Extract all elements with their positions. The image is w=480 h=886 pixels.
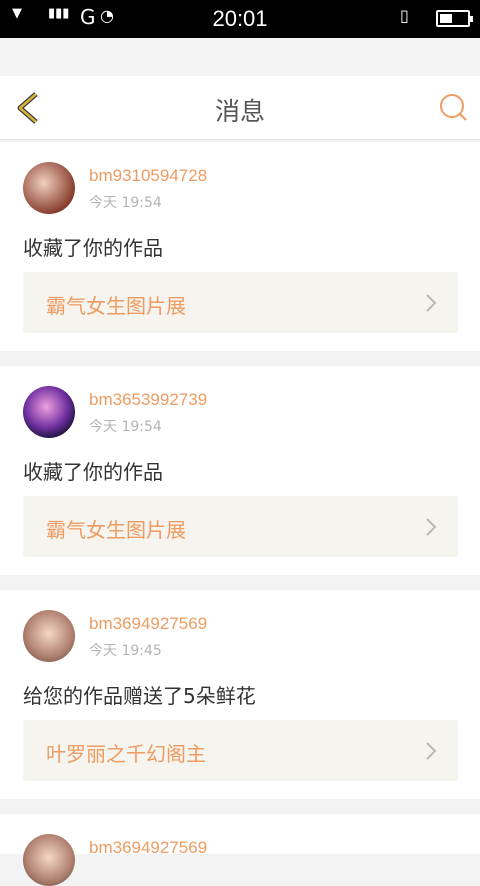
message-text: 给您的作品赠送了5朵鲜花	[23, 684, 256, 708]
work-title: 叶罗丽之千幻阁主	[46, 742, 206, 766]
message-text: 收藏了你的作品	[23, 460, 163, 484]
avatar[interactable]	[23, 834, 75, 886]
chevron-right-icon	[426, 294, 437, 312]
avatar[interactable]	[23, 386, 75, 438]
header: 消息	[0, 76, 480, 140]
status-bar: ▼ ▮▮▮ G ◔ 20:01 ▯	[0, 0, 480, 38]
username[interactable]: bm9310594728	[89, 166, 207, 186]
message-card: bm9310594728 今天 19:54 收藏了你的作品 霸气女生图片展	[0, 142, 480, 351]
message-card: bm3653992739 今天 19:54 收藏了你的作品 霸气女生图片展	[0, 366, 480, 575]
battery-icon	[436, 10, 473, 27]
search-icon[interactable]	[438, 92, 468, 122]
vibrate-icon: ▯	[400, 6, 409, 25]
username[interactable]: bm3694927569	[89, 614, 207, 634]
message-time: 今天 19:54	[89, 419, 162, 435]
chevron-right-icon	[426, 742, 437, 760]
work-link[interactable]: 霸气女生图片展	[23, 496, 458, 557]
username[interactable]: bm3694927569	[89, 838, 207, 858]
page-title: 消息	[214, 97, 265, 126]
message-card: bm3694927569 今天 19:45 给您的作品赠送了5朵鲜花 叶罗丽之千…	[0, 590, 480, 799]
message-card: bm3694927569	[0, 814, 480, 886]
message-time: 今天 19:45	[89, 643, 162, 659]
username[interactable]: bm3653992739	[89, 390, 207, 410]
work-title: 霸气女生图片展	[46, 294, 186, 318]
chevron-right-icon	[426, 518, 437, 536]
message-text: 收藏了你的作品	[23, 236, 163, 260]
message-time: 今天 19:54	[89, 195, 162, 211]
work-link[interactable]: 叶罗丽之千幻阁主	[23, 720, 458, 781]
avatar[interactable]	[23, 610, 75, 662]
work-link[interactable]: 霸气女生图片展	[23, 272, 458, 333]
avatar[interactable]	[23, 162, 75, 214]
work-title: 霸气女生图片展	[46, 518, 186, 542]
